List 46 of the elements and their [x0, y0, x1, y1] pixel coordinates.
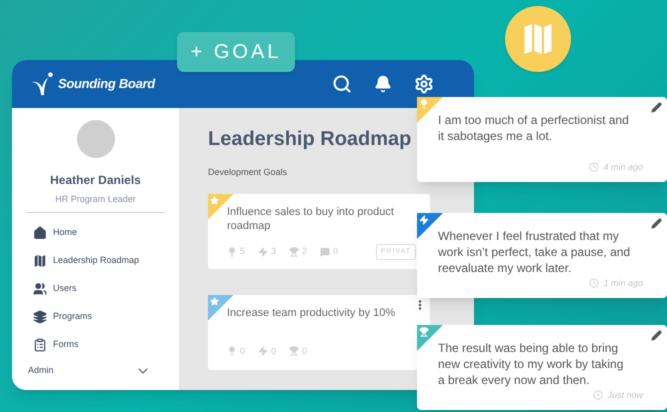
clock-icon: [589, 162, 600, 172]
lightning-icon: [258, 246, 268, 257]
map-icon: [33, 254, 47, 268]
page-title: Leadership Roadmap: [208, 127, 412, 152]
admin-menu[interactable]: Admin: [12, 362, 179, 378]
nav-item[interactable]: Forms: [12, 330, 179, 358]
lightbulb-icon: [227, 246, 237, 257]
edit-icon[interactable]: [651, 330, 662, 341]
clock-icon: [593, 390, 604, 400]
edit-icon[interactable]: [651, 218, 662, 229]
settings-icon[interactable]: [414, 74, 434, 94]
brand-name: Sounding Board: [58, 75, 155, 94]
layers-icon: [33, 310, 47, 324]
nav-item[interactable]: Users: [12, 274, 179, 302]
note-time: 4 min ago: [603, 160, 643, 174]
user-role: HR Program Leader: [55, 193, 136, 206]
nav-item[interactable]: Leadership Roadmap: [12, 246, 179, 274]
note-time: Just now: [607, 388, 643, 402]
lightbulb-icon: [419, 99, 429, 109]
star-icon: [210, 296, 219, 306]
user-name: Heather Daniels: [50, 172, 141, 189]
home-icon: [33, 226, 47, 240]
edit-icon[interactable]: [651, 102, 662, 113]
lightning-icon: [258, 346, 268, 356]
comment-icon: [320, 246, 330, 257]
note-text: Whenever I feel frustrated that my work isn’t perfect, take a pause, and reevaluate my work later.: [438, 228, 632, 276]
lightning-icon: [419, 215, 429, 225]
nav-item[interactable]: Home: [12, 218, 179, 246]
note-time: 1 min ago: [603, 276, 643, 290]
trophy-icon: [419, 327, 429, 337]
nav-item[interactable]: Programs: [12, 302, 179, 330]
clipboard-icon: [33, 338, 47, 352]
note-text: The result was being able to bring new creativity to my work by taking a break every now and then.: [438, 340, 624, 388]
trophy-icon: [289, 246, 300, 257]
goal-title: Influence sales to buy into product roadmap: [227, 204, 395, 234]
clock-icon: [589, 278, 600, 288]
section-title: Development Goals: [208, 166, 288, 179]
avatar: [76, 120, 114, 158]
users-icon: [33, 282, 47, 296]
goal-title: Increase team productivity by 10%: [227, 306, 396, 320]
trophy-icon: [289, 346, 300, 356]
notification-icon[interactable]: [374, 75, 392, 93]
star-icon: [210, 196, 219, 204]
search-icon[interactable]: [332, 74, 352, 94]
note-text: I am too much of a perfectionist and it sabotages me a lot.: [438, 112, 630, 144]
lightbulb-icon: [227, 346, 237, 356]
